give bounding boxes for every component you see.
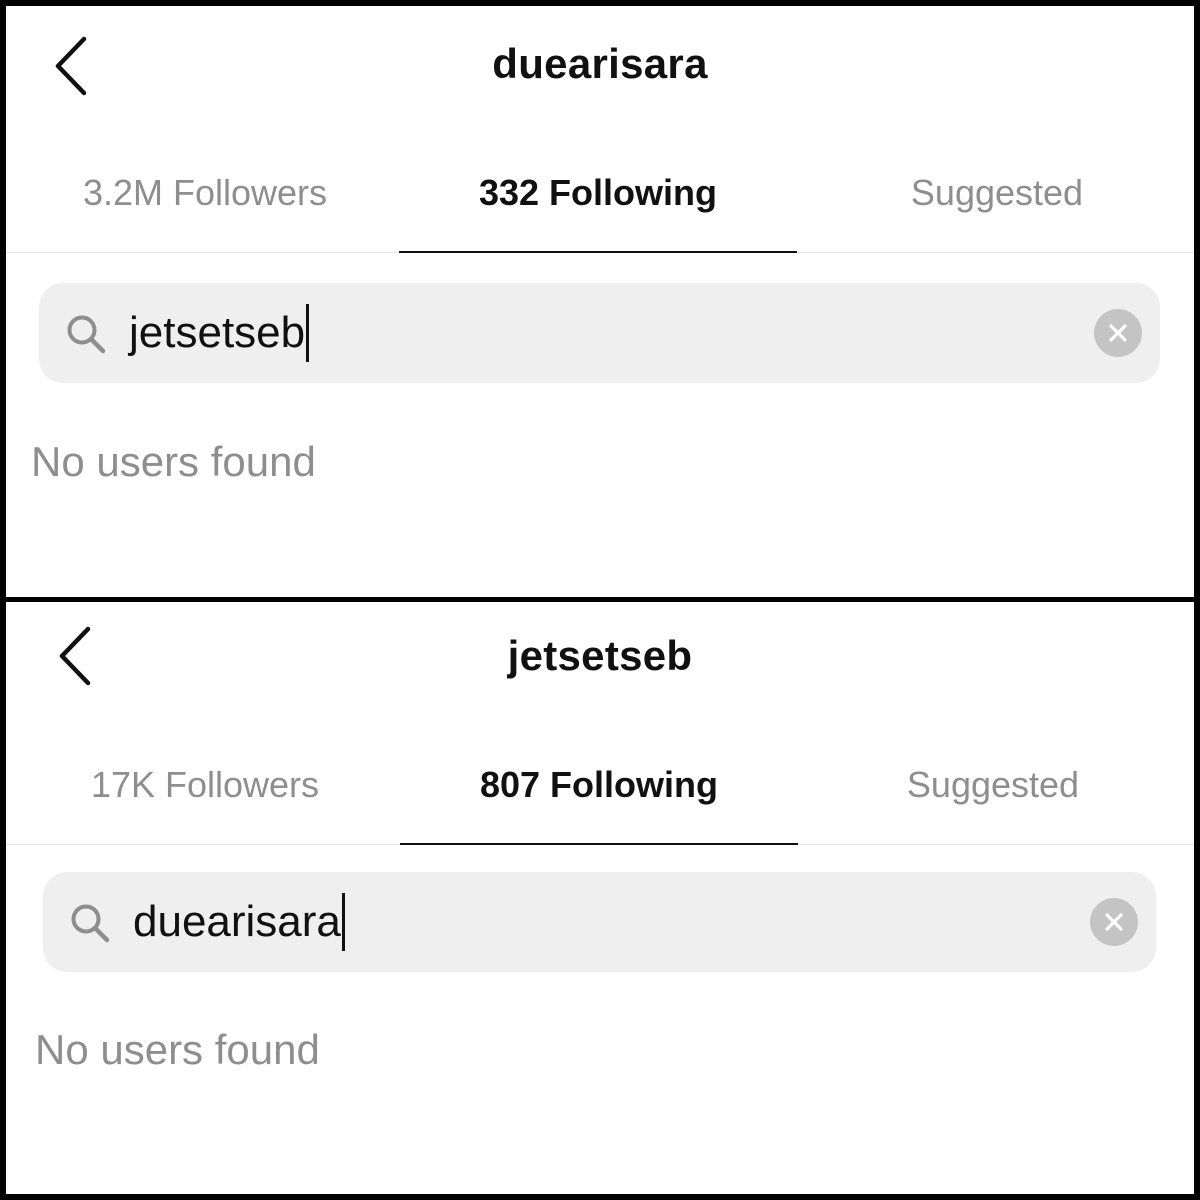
following-screen-jetsetseb: jetsetseb 17K Followers 807 Following Su…	[6, 602, 1194, 1194]
clear-search-button[interactable]	[1094, 309, 1142, 357]
following-screen-duearisara: duearisara 3.2M Followers 332 Following …	[6, 6, 1194, 597]
tab-bar: 17K Followers 807 Following Suggested	[6, 748, 1194, 845]
tab-suggested[interactable]: Suggested	[798, 156, 1194, 252]
search-query[interactable]: jetsetseb	[129, 301, 310, 365]
tab-label: Suggested	[910, 172, 1084, 213]
tab-followers[interactable]: 17K Followers	[6, 748, 404, 844]
tab-suggested[interactable]: Suggested	[794, 748, 1192, 844]
tab-following[interactable]: 807 Following	[400, 748, 798, 845]
header: jetsetseb	[6, 602, 1194, 732]
empty-results-message: No users found	[31, 438, 316, 485]
tab-bar: 3.2M Followers 332 Following Suggested	[6, 156, 1194, 253]
search-query[interactable]: duearisara	[133, 890, 345, 954]
text-cursor	[341, 893, 345, 951]
search-input[interactable]: jetsetseb	[39, 283, 1160, 383]
tab-label: Suggested	[906, 764, 1080, 805]
empty-results-message: No users found	[35, 1026, 320, 1073]
tab-following[interactable]: 332 Following	[399, 156, 797, 253]
close-icon	[1105, 913, 1123, 931]
header: duearisara	[6, 6, 1194, 136]
text-cursor	[306, 304, 310, 362]
tab-label: 807 Following	[479, 764, 719, 805]
close-icon	[1109, 324, 1127, 342]
tab-label: 332 Following	[478, 172, 718, 213]
page-title: jetsetseb	[507, 632, 693, 679]
search-query-text: jetsetseb	[129, 308, 306, 357]
tab-followers[interactable]: 3.2M Followers	[6, 156, 404, 252]
tab-label: 17K Followers	[90, 764, 320, 805]
page-title: duearisara	[492, 40, 708, 87]
search-query-text: duearisara	[133, 897, 341, 946]
clear-search-button[interactable]	[1090, 898, 1138, 946]
tab-label: 3.2M Followers	[82, 172, 328, 213]
search-icon	[71, 904, 110, 943]
search-input[interactable]: duearisara	[43, 872, 1156, 972]
search-icon	[67, 315, 106, 354]
